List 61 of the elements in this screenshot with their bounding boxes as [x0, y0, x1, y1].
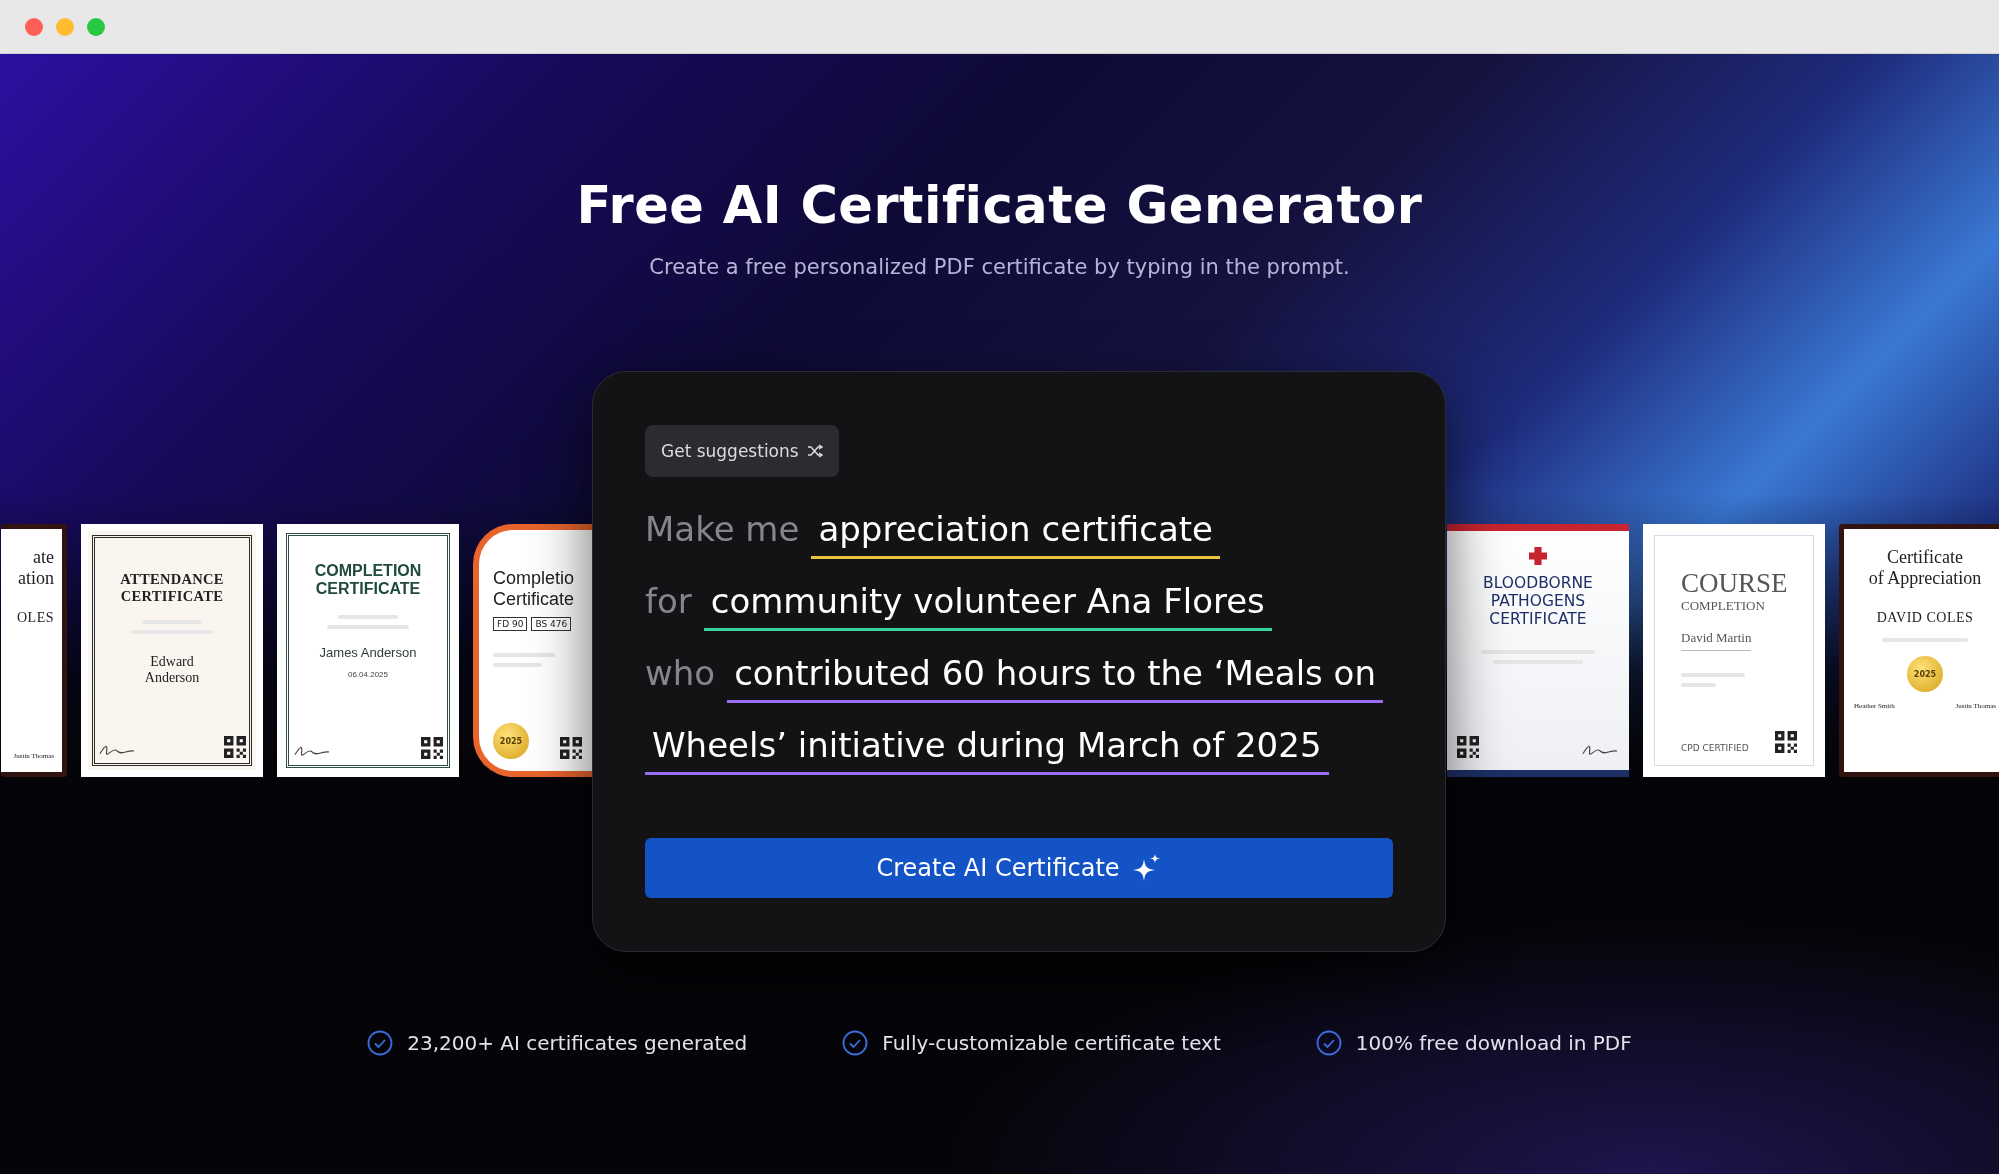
medical-cross-icon — [1529, 547, 1547, 565]
certificate-title: CERTIFICATE — [1489, 610, 1587, 629]
certificate-date: 06.04.2025 — [347, 669, 388, 679]
prompt-label: who — [645, 653, 716, 693]
create-certificate-button[interactable]: Create AI Certificate — [645, 838, 1393, 898]
qr-code-icon — [1775, 731, 1797, 753]
certificate-title: ate — [33, 547, 54, 568]
blurred-line — [493, 663, 542, 668]
certified-label: CPD CERTIFIED — [1681, 743, 1749, 753]
certificate-title: ATTENDANCE — [120, 571, 224, 588]
certificate-title: CERTIFICATE — [315, 580, 421, 599]
blurred-line — [338, 614, 398, 619]
minimize-button[interactable] — [56, 17, 74, 36]
shuffle-icon — [806, 444, 823, 458]
page-subtitle: Create a free personalized PDF certificate by typing in the prompt. — [649, 255, 1350, 279]
certificate-title: CERTIFICATE — [120, 587, 224, 605]
certificate-title: ation — [18, 567, 54, 589]
certificate-thumbnail[interactable]: BLOODBORNE PATHOGENS CERTIFICATE — [1447, 524, 1629, 777]
page-title: Free AI Certificate Generator — [576, 176, 1423, 235]
seal-icon: 2025 — [493, 723, 529, 759]
certificate-title: COMPLETION — [314, 562, 422, 581]
prompt-field[interactable]: community volunteer Ana Flores — [703, 581, 1272, 631]
certificate-title: COURSE — [1681, 568, 1788, 600]
certificate-thumbnail[interactable]: COURSE COMPLETION David Martin CPD CERTIFIED — [1643, 524, 1825, 777]
prompt-label: Make me — [645, 509, 800, 549]
recipient-name: James Anderson — [319, 644, 417, 660]
qr-code-icon — [1457, 736, 1479, 758]
check-circle-icon — [842, 1030, 869, 1056]
qr-code-icon — [224, 736, 246, 758]
check-circle-icon — [1315, 1030, 1342, 1056]
seal-icon: 2025 — [1907, 656, 1943, 693]
certificate-title: PATHOGENS — [1490, 592, 1586, 611]
suggestions-button[interactable]: Get suggestions — [645, 425, 839, 477]
certificate-thumbnail[interactable]: Completio Certificate FD 90 BS 476 2025 — [473, 524, 592, 777]
certificate-title: Completio — [493, 568, 575, 589]
prompt-field[interactable]: contributed 60 hours to the ‘Meals on — [727, 653, 1383, 703]
certificate-title: BLOODBORNE — [1483, 575, 1593, 593]
recipient-name: Edward Anderson — [143, 654, 201, 687]
qr-code-icon — [421, 737, 443, 759]
feature-text: 23,200+ AI certificates generated — [407, 1031, 748, 1055]
certificate-title: of Appreciation — [1868, 567, 1982, 589]
prompt-field[interactable]: appreciation certificate — [811, 509, 1221, 559]
recipient-name: DAVID COLES — [1876, 610, 1974, 627]
certificate-title: COMPLETION — [1681, 599, 1765, 614]
qr-code-icon — [560, 737, 582, 759]
certificate-thumbnail[interactable]: COMPLETION CERTIFICATE James Anderson 06.04.2025 — [277, 524, 459, 777]
recipient-name: David Martin — [1681, 630, 1752, 651]
prompt-label: for — [645, 581, 692, 621]
prompt-field[interactable]: Wheels’ initiative during March of 2025 — [645, 725, 1329, 775]
feature-text: 100% free download in PDF — [1355, 1031, 1632, 1055]
code-tag: FD 90 — [493, 617, 528, 632]
certificate-title: Certificate — [493, 588, 575, 610]
maximize-button[interactable] — [87, 17, 105, 36]
code-tag: BS 476 — [531, 617, 572, 632]
certificate-thumbnail[interactable]: ATTENDANCE CERTIFICATE Edward Anderson — [81, 524, 263, 777]
blurred-line — [493, 653, 556, 658]
check-circle-icon — [367, 1030, 394, 1056]
recipient-name: OLES — [17, 610, 54, 627]
feature-text: Fully-customizable certificate text — [882, 1031, 1221, 1055]
certificate-title: Certificate — [1887, 547, 1963, 568]
close-button[interactable] — [25, 17, 43, 36]
